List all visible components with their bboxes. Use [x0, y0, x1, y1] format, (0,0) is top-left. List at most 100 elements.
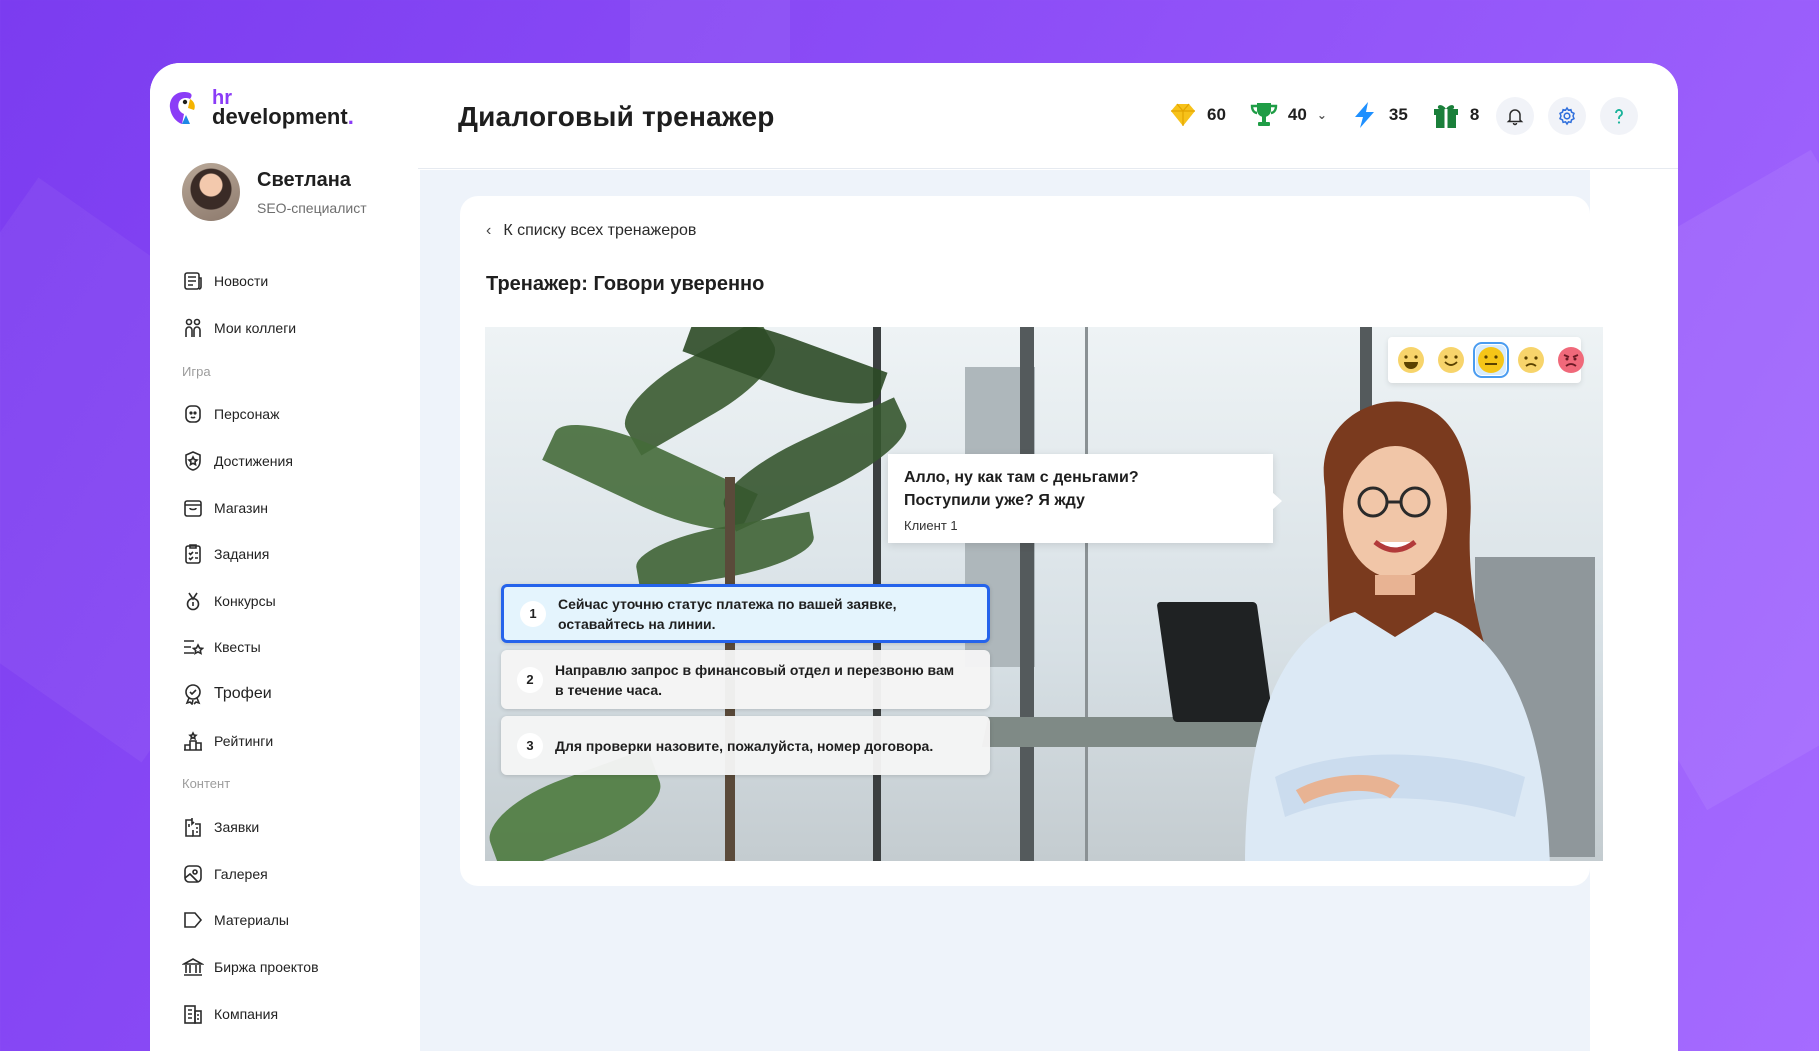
main-content: ‹ К списку всех тренажеров Тренажер: Гов… — [420, 170, 1603, 1051]
sidebar-item-label: Галерея — [214, 865, 268, 882]
answer-number: 1 — [520, 600, 546, 627]
currency-stats: 60 40 ⌄ 35 8 — [1167, 99, 1479, 131]
sidebar-item-gallery[interactable]: Галерея — [182, 851, 418, 898]
answer-option-1[interactable]: 1 Сейчас уточню статус платежа по вашей … — [501, 584, 990, 643]
gallery-icon — [182, 863, 204, 885]
energy-stat[interactable]: 35 — [1349, 99, 1408, 131]
sidebar-item-label: Конкурсы — [214, 592, 276, 609]
profile-role: SEO-специалист — [257, 199, 367, 216]
sidebar-item-shop[interactable]: Магазин — [182, 484, 418, 531]
answer-option-3[interactable]: 3 Для проверки назовите, пожалуйста, ном… — [501, 716, 990, 775]
sidebar-item-label: Компания — [214, 1005, 279, 1022]
bank-icon — [182, 956, 204, 978]
header: Диалоговый тренажер 60 40 ⌄ 35 8 — [418, 63, 1678, 169]
sidebar-item-colleagues[interactable]: Мои коллеги — [182, 305, 418, 352]
newspaper-icon — [182, 270, 204, 292]
logo-dev-text: development. — [212, 104, 354, 129]
sidebar-item-requests[interactable]: Заявки — [182, 804, 418, 851]
sidebar-item-company[interactable]: Компания — [182, 990, 418, 1037]
window-frame — [1020, 327, 1034, 861]
sidebar-item-quests[interactable]: Квесты — [182, 624, 418, 671]
building-icon — [182, 1003, 204, 1025]
back-link-label: К списку всех тренажеров — [503, 222, 697, 239]
sidebar-item-project-exchange[interactable]: Биржа проектов — [182, 944, 418, 991]
answer-text: Сейчас уточню статус платежа по вашей за… — [558, 595, 897, 632]
user-profile[interactable]: Светлана SEO-специалист — [182, 163, 367, 221]
page-title: Диалоговый тренажер — [458, 101, 775, 132]
nav-section-content: Контент — [182, 776, 231, 792]
sidebar-nav: Новости Мои коллеги Игра Персонаж Достиж… — [182, 258, 418, 1037]
profile-name: Светлана — [257, 168, 351, 191]
settings-button[interactable] — [1548, 97, 1586, 135]
bubble-speaker: Клиент 1 — [904, 518, 958, 533]
gear-icon — [1559, 106, 1575, 126]
emotion-angry[interactable] — [1556, 345, 1586, 375]
parrot-logo-icon — [169, 92, 195, 124]
trainer-title: Тренажер: Говори уверенно — [486, 273, 765, 295]
sidebar-item-contests[interactable]: Конкурсы — [182, 578, 418, 625]
energy-count: 35 — [1388, 105, 1408, 124]
logo[interactable]: hr development. — [164, 88, 354, 128]
chevron-down-icon[interactable]: ⌄ — [1317, 108, 1327, 122]
header-actions — [1496, 97, 1638, 135]
sidebar: hr development. Светлана SEO-специалист … — [150, 63, 418, 1051]
sidebar-item-label: Трофеи — [214, 685, 272, 703]
diamond-icon — [1171, 103, 1195, 126]
podium-icon — [182, 730, 204, 752]
sidebar-item-trophies[interactable]: Трофеи — [182, 671, 418, 718]
tag-icon — [182, 909, 204, 931]
answer-number: 3 — [517, 732, 543, 759]
answer-text: Для проверки назовите, пожалуйста, номер… — [555, 737, 934, 754]
gifts-count: 8 — [1469, 105, 1480, 124]
trophy-icon — [1250, 103, 1278, 126]
sidebar-item-label: Материалы — [214, 912, 289, 929]
sidebar-item-label: Рейтинги — [214, 732, 274, 749]
sidebar-item-character[interactable]: Персонаж — [182, 391, 418, 438]
emotion-very-happy[interactable] — [1396, 345, 1426, 375]
back-to-trainers-link[interactable]: ‹ К списку всех тренажеров — [486, 222, 696, 240]
sidebar-item-label: Биржа проектов — [214, 959, 319, 976]
help-button[interactable] — [1600, 97, 1638, 135]
requests-icon — [182, 816, 204, 838]
answer-option-2[interactable]: 2 Направлю запрос в финансовый отдел и п… — [501, 650, 990, 709]
avatar[interactable] — [182, 163, 240, 221]
sidebar-item-news[interactable]: Новости — [182, 258, 418, 305]
people-icon — [182, 317, 204, 339]
medal-icon — [182, 590, 204, 612]
character-icon — [182, 403, 204, 425]
trophies-count: 40 — [1287, 105, 1307, 124]
sidebar-item-label: Достижения — [214, 453, 293, 470]
emotion-neutral[interactable] — [1473, 342, 1509, 378]
sidebar-item-materials[interactable]: Материалы — [182, 897, 418, 944]
emotion-happy[interactable] — [1436, 345, 1466, 375]
sidebar-item-label: Заявки — [214, 819, 260, 836]
question-icon — [1615, 109, 1623, 124]
trophies-stat[interactable]: 40 ⌄ — [1248, 99, 1327, 131]
notifications-button[interactable] — [1496, 97, 1534, 135]
gifts-stat[interactable]: 8 — [1430, 99, 1479, 131]
sad-face-icon — [1518, 347, 1544, 373]
dialog-scene: Алло, ну как там с деньгами? Поступили у… — [485, 327, 1603, 861]
sidebar-item-achievements[interactable]: Достижения — [182, 438, 418, 485]
app-window: hr development. Светлана SEO-специалист … — [150, 63, 1678, 1051]
background-shape — [630, 0, 790, 62]
quest-icon — [182, 636, 204, 658]
bell-icon — [1506, 109, 1524, 126]
diamonds-stat[interactable]: 60 — [1167, 99, 1226, 131]
neutral-face-icon — [1478, 347, 1504, 373]
emotion-sad[interactable] — [1516, 345, 1546, 375]
answer-number: 2 — [517, 666, 543, 693]
emotion-selector — [1388, 337, 1584, 383]
sidebar-item-ratings[interactable]: Рейтинги — [182, 717, 418, 764]
sidebar-item-label: Персонаж — [214, 406, 280, 423]
chevron-left-icon: ‹ — [486, 222, 492, 239]
gift-icon — [1433, 105, 1458, 128]
very-happy-face-icon — [1398, 347, 1424, 373]
angry-face-icon — [1558, 347, 1584, 373]
sidebar-item-label: Задания — [214, 546, 270, 563]
answer-text: Направлю запрос в финансовый отдел и пер… — [555, 661, 955, 698]
sidebar-item-tasks[interactable]: Задания — [182, 531, 418, 578]
sidebar-item-label: Магазин — [214, 499, 269, 516]
trainer-card: ‹ К списку всех тренажеров Тренажер: Гов… — [460, 196, 1603, 886]
happy-face-icon — [1438, 347, 1464, 373]
